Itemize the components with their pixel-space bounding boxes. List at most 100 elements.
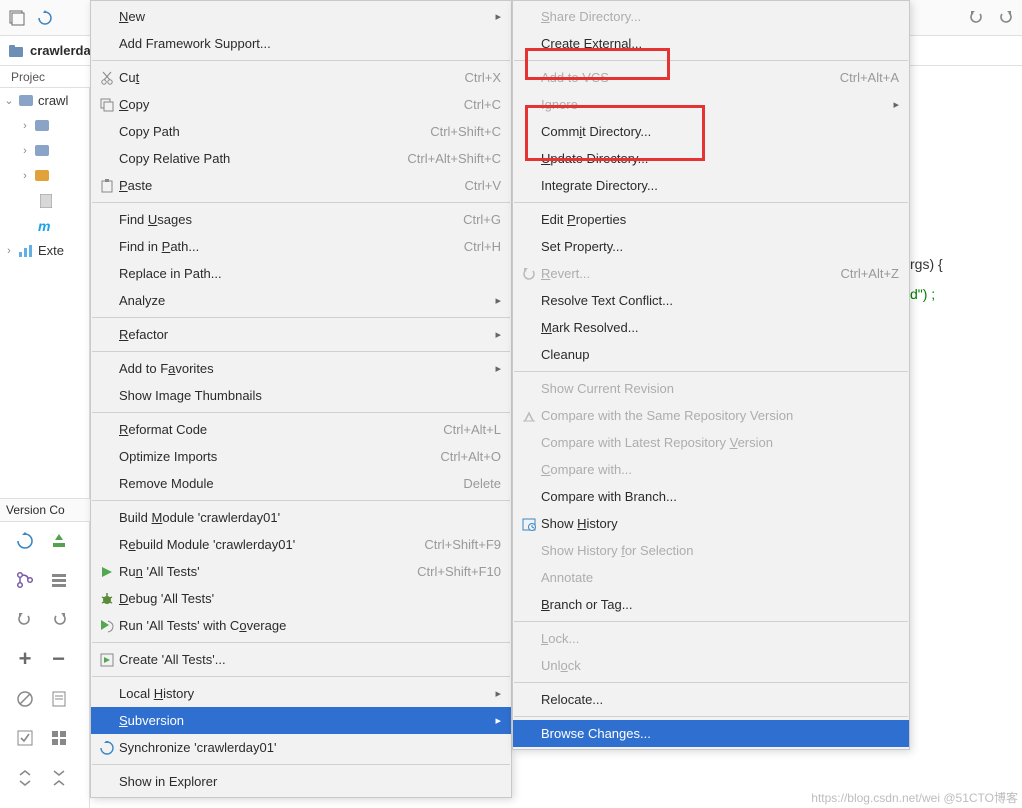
save-all-icon[interactable] <box>8 9 26 27</box>
folder-icon <box>34 168 50 184</box>
menu-share-directory: Share Directory... <box>513 3 909 30</box>
menu-remove-module[interactable]: Remove ModuleDelete <box>91 470 511 497</box>
menu-cut[interactable]: CutCtrl+X <box>91 64 511 91</box>
submenu-arrow-icon: ▸ <box>495 10 501 23</box>
folder-icon <box>34 118 50 134</box>
collapse-all-icon[interactable] <box>48 767 70 789</box>
tree-ext-libs[interactable]: › Exte <box>0 238 89 263</box>
menu-rebuild-module[interactable]: Rebuild Module 'crawlerday01'Ctrl+Shift+… <box>91 531 511 558</box>
sync-icon[interactable] <box>14 530 36 552</box>
check-icon[interactable] <box>14 727 36 749</box>
menu-branch-or-tag[interactable]: Branch or Tag... <box>513 591 909 618</box>
version-control-panel-header[interactable]: Version Co <box>0 498 90 522</box>
breadcrumb-project[interactable]: crawlerda <box>30 43 91 58</box>
remove-icon[interactable]: − <box>48 648 70 670</box>
menu-separator <box>92 202 510 203</box>
menu-show-thumbnails[interactable]: Show Image Thumbnails <box>91 382 511 409</box>
branch-icon[interactable] <box>14 569 36 591</box>
project-tabstrip: Projec <box>0 66 90 88</box>
menu-new[interactable]: New▸ <box>91 3 511 30</box>
tree-root[interactable]: ⌄ crawl <box>0 88 89 113</box>
redo-icon[interactable] <box>996 9 1014 27</box>
context-menu-subversion: Share Directory... Create External... Ad… <box>512 0 910 750</box>
menu-show-current-revision: Show Current Revision <box>513 375 909 402</box>
menu-annotate: Annotate <box>513 564 909 591</box>
paste-icon <box>95 179 119 193</box>
version-control-label: Version Co <box>6 503 65 517</box>
submenu-arrow-icon: ▸ <box>893 98 899 111</box>
tree-ext-label: Exte <box>38 243 64 258</box>
context-menu-main: New▸ Add Framework Support... CutCtrl+X … <box>90 0 512 798</box>
folder-icon <box>18 93 34 109</box>
menu-separator <box>514 716 908 717</box>
menu-replace-in-path[interactable]: Replace in Path... <box>91 260 511 287</box>
menu-reformat[interactable]: Reformat CodeCtrl+Alt+L <box>91 416 511 443</box>
menu-mark-resolved[interactable]: Mark Resolved... <box>513 314 909 341</box>
upload-icon[interactable] <box>48 530 70 552</box>
refresh-icon[interactable] <box>36 9 54 27</box>
tree-node[interactable]: m <box>0 213 89 238</box>
menu-subversion[interactable]: Subversion▸ <box>91 707 511 734</box>
menu-create-external[interactable]: Create External... <box>513 30 909 57</box>
menu-relocate[interactable]: Relocate... <box>513 686 909 713</box>
expand-icon[interactable]: › <box>20 145 30 157</box>
debug-icon <box>95 592 119 606</box>
menu-resolve-text-conflict[interactable]: Resolve Text Conflict... <box>513 287 909 314</box>
expand-all-icon[interactable] <box>14 767 36 789</box>
menu-find-usages[interactable]: Find UsagesCtrl+G <box>91 206 511 233</box>
watermark: https://blog.csdn.net/wei @51CTO博客 <box>811 789 1018 806</box>
menu-separator <box>92 676 510 677</box>
bars-icon <box>18 243 34 259</box>
menu-create-tests[interactable]: Create 'All Tests'... <box>91 646 511 673</box>
menu-copy[interactable]: CopyCtrl+C <box>91 91 511 118</box>
menu-browse-changes[interactable]: Browse Changes... <box>513 720 909 747</box>
expand-icon[interactable]: ⌄ <box>4 94 14 107</box>
menu-optimize-imports[interactable]: Optimize ImportsCtrl+Alt+O <box>91 443 511 470</box>
menu-edit-properties[interactable]: Edit Properties <box>513 206 909 233</box>
menu-find-in-path[interactable]: Find in Path...Ctrl+H <box>91 233 511 260</box>
undo-icon[interactable] <box>14 609 36 631</box>
menu-run-coverage[interactable]: Run 'All Tests' with Coverage <box>91 612 511 639</box>
menu-integrate-directory[interactable]: Integrate Directory... <box>513 172 909 199</box>
menu-commit-directory[interactable]: Commit Directory... <box>513 118 909 145</box>
menu-add-framework[interactable]: Add Framework Support... <box>91 30 511 57</box>
tree-node[interactable] <box>0 188 89 213</box>
ignore-icon[interactable] <box>14 688 36 710</box>
shelf-icon[interactable] <box>48 569 70 591</box>
menu-analyze[interactable]: Analyze▸ <box>91 287 511 314</box>
menu-local-history[interactable]: Local History▸ <box>91 680 511 707</box>
menu-copy-path[interactable]: Copy PathCtrl+Shift+C <box>91 118 511 145</box>
menu-synchronize[interactable]: Synchronize 'crawlerday01' <box>91 734 511 761</box>
patch-icon[interactable] <box>48 688 70 710</box>
tab-project[interactable]: Projec <box>6 67 50 87</box>
expand-icon[interactable]: › <box>4 245 14 257</box>
folder-icon <box>34 143 50 159</box>
tree-node[interactable]: › <box>0 163 89 188</box>
add-icon[interactable]: + <box>14 648 36 670</box>
menu-build-module[interactable]: Build Module 'crawlerday01' <box>91 504 511 531</box>
menu-show-explorer[interactable]: Show in Explorer <box>91 768 511 795</box>
tree-node[interactable]: › <box>0 113 89 138</box>
menu-cleanup[interactable]: Cleanup <box>513 341 909 368</box>
menu-compare-branch[interactable]: Compare with Branch... <box>513 483 909 510</box>
menu-compare-with: Compare with... <box>513 456 909 483</box>
copy-icon <box>95 98 119 112</box>
undo-icon[interactable] <box>968 9 986 27</box>
menu-copy-relative-path[interactable]: Copy Relative PathCtrl+Alt+Shift+C <box>91 145 511 172</box>
menu-debug[interactable]: Debug 'All Tests' <box>91 585 511 612</box>
menu-add-to-favorites[interactable]: Add to Favorites▸ <box>91 355 511 382</box>
tree-node[interactable]: › <box>0 138 89 163</box>
group-icon[interactable] <box>48 727 70 749</box>
expand-icon[interactable]: › <box>20 120 30 132</box>
menu-separator <box>514 371 908 372</box>
menu-refactor[interactable]: Refactor▸ <box>91 321 511 348</box>
menu-separator <box>514 621 908 622</box>
submenu-arrow-icon: ▸ <box>495 714 501 727</box>
menu-update-directory[interactable]: Update Directory... <box>513 145 909 172</box>
expand-icon[interactable]: › <box>20 170 30 182</box>
menu-set-property[interactable]: Set Property... <box>513 233 909 260</box>
menu-show-history[interactable]: Show History <box>513 510 909 537</box>
redo-icon[interactable] <box>48 609 70 631</box>
menu-run[interactable]: Run 'All Tests'Ctrl+Shift+F10 <box>91 558 511 585</box>
menu-paste[interactable]: PasteCtrl+V <box>91 172 511 199</box>
